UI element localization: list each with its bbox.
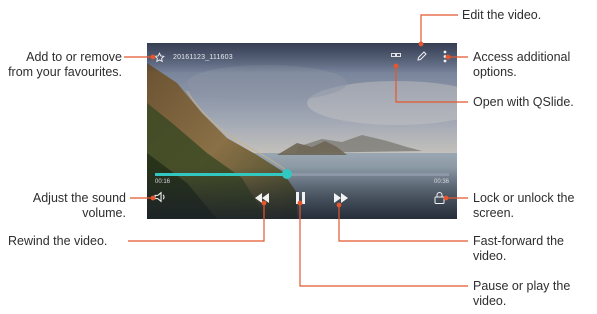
callout-options: Access additional options. — [473, 50, 571, 79]
star-icon[interactable] — [153, 51, 165, 63]
speaker-icon[interactable] — [153, 190, 167, 204]
time-elapsed: 00:16 — [155, 179, 171, 185]
callout-lock: Lock or unlock the screen. — [473, 191, 575, 220]
qslide-icon[interactable] — [390, 52, 402, 62]
callout-pause: Pause or play the video. — [473, 279, 571, 308]
file-title: 20161123_111603 — [173, 54, 233, 61]
callout-rewind: Rewind the video. — [8, 234, 108, 248]
lock-icon[interactable] — [432, 191, 446, 205]
video-player[interactable]: 20161123_111603 00:16 00:36 — [147, 43, 457, 219]
time-total: 00:36 — [433, 179, 449, 185]
pencil-icon[interactable] — [415, 49, 429, 63]
seek-bar[interactable] — [155, 169, 449, 179]
callout-qslide: Open with QSlide. — [473, 95, 574, 109]
callout-favourite: Add to or remove from your favourites. — [8, 50, 122, 79]
seek-bar-fill — [155, 173, 288, 176]
callout-volume: Adjust the sound volume. — [32, 191, 126, 220]
rewind-icon[interactable] — [254, 192, 270, 204]
callout-fast-forward: Fast-forward the video. — [473, 234, 565, 263]
callout-edit: Edit the video. — [462, 8, 542, 22]
pause-icon[interactable] — [294, 191, 306, 204]
fast-forward-icon[interactable] — [333, 192, 349, 204]
more-options-icon[interactable] — [439, 49, 451, 63]
